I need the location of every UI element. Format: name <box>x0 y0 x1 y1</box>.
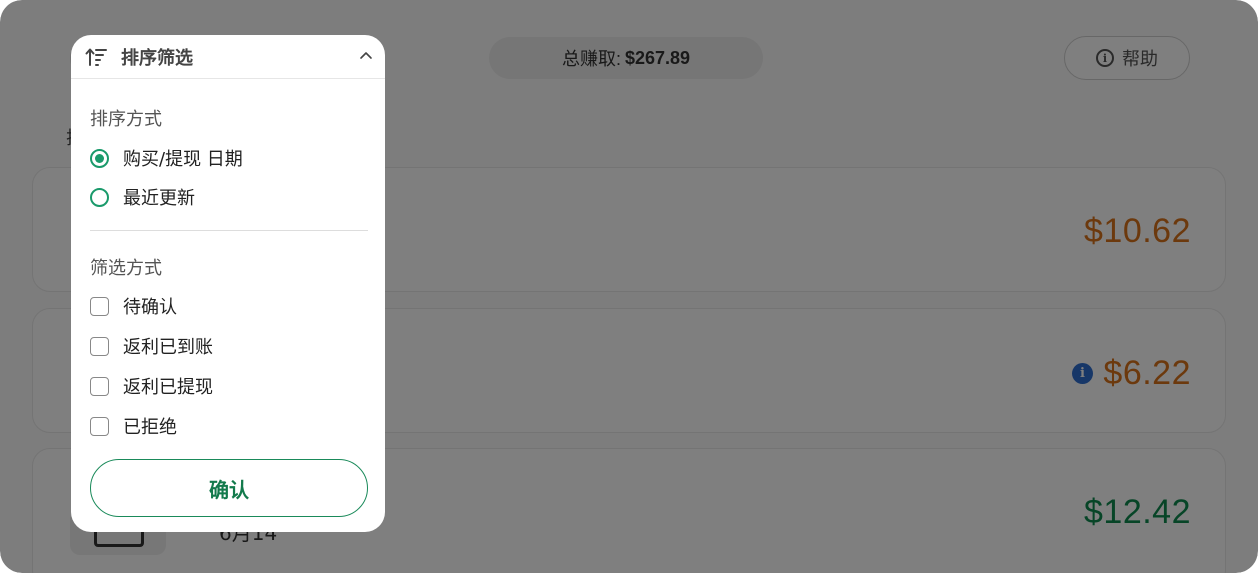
sort-group-label: 排序方式 <box>90 109 162 130</box>
filter-option-label: 待确认 <box>123 297 177 318</box>
sort-option-purchase-date[interactable]: 购买/提现 日期 <box>90 145 243 171</box>
sort-option-label: 购买/提现 日期 <box>123 149 243 170</box>
sort-option-recent-update[interactable]: 最近更新 <box>90 184 195 210</box>
filter-option-rejected[interactable]: 已拒绝 <box>90 413 177 439</box>
checkbox[interactable] <box>90 296 109 316</box>
confirm-button[interactable]: 确认 <box>90 459 368 517</box>
sort-filter-panel: 排序筛选 排序方式 购买/提现 日期 最近更新 筛选方式 待确认 返利已到账 返… <box>71 35 385 532</box>
filter-option-label: 返利已提现 <box>123 377 213 398</box>
radio-button[interactable] <box>90 187 109 207</box>
checkbox[interactable] <box>90 376 109 396</box>
radio-button[interactable] <box>90 148 109 168</box>
sort-option-label: 最近更新 <box>123 188 195 209</box>
filter-option-withdrawn[interactable]: 返利已提现 <box>90 373 213 399</box>
filter-group-label: 筛选方式 <box>90 258 162 279</box>
filter-option-label: 返利已到账 <box>123 337 213 358</box>
app-window: 总赚取: $267.89 i 帮助 排 $10.62 i $6.22 6月14 … <box>0 0 1258 573</box>
divider <box>90 230 368 231</box>
chevron-up-icon[interactable] <box>359 49 373 63</box>
sort-ascending-icon <box>85 48 107 66</box>
filter-option-credited[interactable]: 返利已到账 <box>90 333 213 359</box>
panel-header[interactable]: 排序筛选 <box>71 35 385 79</box>
checkbox[interactable] <box>90 336 109 356</box>
panel-title: 排序筛选 <box>121 47 193 69</box>
filter-option-label: 已拒绝 <box>123 417 177 438</box>
checkbox[interactable] <box>90 416 109 436</box>
filter-option-pending[interactable]: 待确认 <box>90 293 177 319</box>
